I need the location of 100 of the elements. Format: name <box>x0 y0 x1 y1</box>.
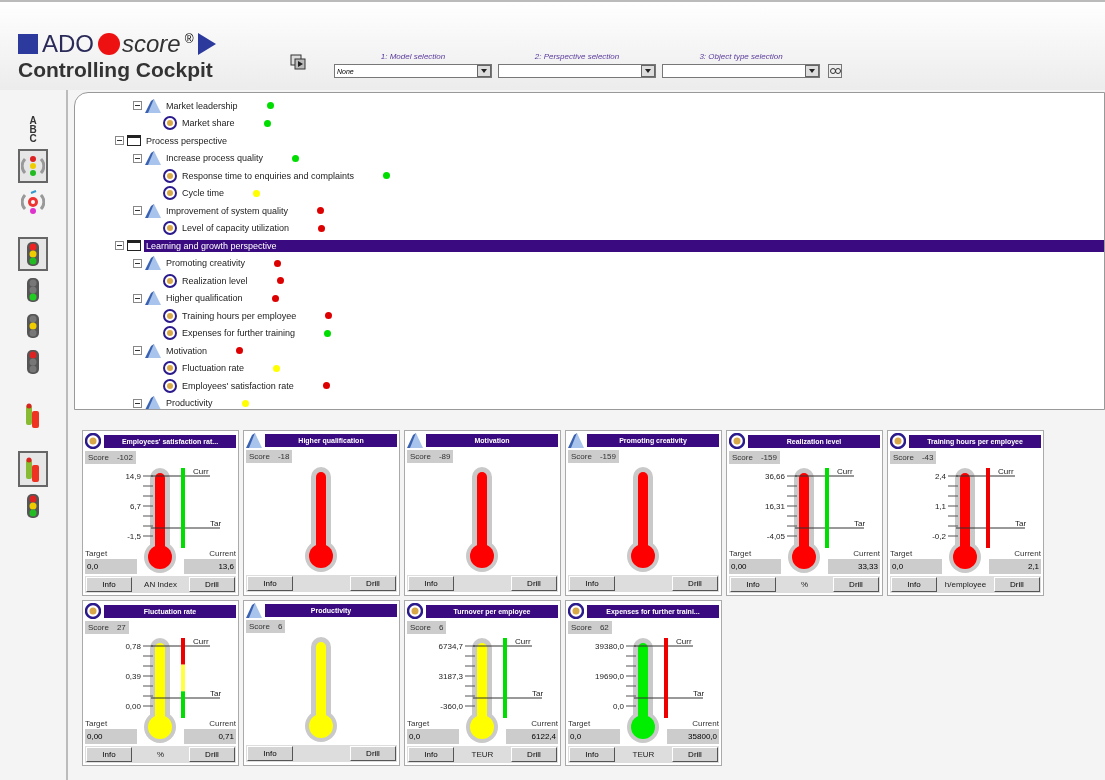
info-button[interactable]: Info <box>569 747 615 762</box>
target-value: 0,00 <box>85 729 137 744</box>
tick-label: 0,39 <box>125 672 141 681</box>
info-button[interactable]: Info <box>408 747 454 762</box>
tree-item[interactable]: Employees' satisfaction rate <box>180 379 296 392</box>
drill-button[interactable]: Drill <box>511 747 557 762</box>
collapse-icon[interactable] <box>133 398 142 408</box>
toolbar-button[interactable] <box>18 237 48 271</box>
toolbar-button[interactable] <box>18 149 48 183</box>
traffic-light-icon <box>26 493 40 519</box>
target-line <box>955 527 1026 529</box>
score-value: 6 <box>277 622 283 631</box>
info-button[interactable]: Info <box>86 747 132 762</box>
target-icon <box>85 433 101 449</box>
current-value: 13,6 <box>184 559 236 574</box>
drill-button[interactable]: Drill <box>189 747 235 762</box>
current-value: 2,1 <box>989 559 1041 574</box>
collapse-icon[interactable] <box>115 136 124 146</box>
info-button[interactable]: Info <box>247 746 293 761</box>
selector-label: 3: Object type selection <box>699 52 783 61</box>
pyramid-icon <box>145 256 161 271</box>
tree-item[interactable]: Fluctuation rate <box>180 362 247 375</box>
current-value: 35800,0 <box>667 729 719 744</box>
toolbar-button[interactable] <box>18 451 48 487</box>
tick-label: 0,78 <box>125 642 141 651</box>
tree-item[interactable]: Expenses for further training <box>180 327 298 340</box>
tree-item[interactable]: Market share <box>180 117 237 130</box>
tree-item[interactable]: Realization level <box>180 274 250 287</box>
info-button[interactable]: Info <box>86 577 132 592</box>
info-button[interactable]: Info <box>569 576 615 591</box>
tick-label: 0,00 <box>125 702 141 711</box>
target-icon <box>163 308 177 323</box>
tick-label: -4,05 <box>766 532 785 541</box>
dropdown[interactable] <box>662 64 820 78</box>
tree-item[interactable]: Learning and growth perspective <box>144 239 1104 252</box>
tree-item[interactable]: Market leadership <box>164 99 240 112</box>
score-value: -89 <box>438 452 451 461</box>
drill-button[interactable]: Drill <box>672 576 718 591</box>
drill-button[interactable]: Drill <box>672 747 718 762</box>
target-label: Target <box>407 719 431 728</box>
current-value: 33,33 <box>828 559 880 574</box>
tree-item[interactable]: Promoting creativity <box>164 257 248 270</box>
unit-label: h/employee <box>944 580 987 589</box>
tree-item[interactable]: Improvement of system quality <box>164 204 291 217</box>
info-button[interactable]: Info <box>408 576 454 591</box>
current-line <box>794 475 855 477</box>
traffic-light-icon <box>26 277 40 303</box>
score-value: -159 <box>599 452 616 461</box>
play-triangle-icon <box>197 33 216 55</box>
drill-button[interactable]: Drill <box>350 576 396 591</box>
drill-button[interactable]: Drill <box>350 746 396 761</box>
tick-label: 1,1 <box>934 502 946 511</box>
target-value: 0,00 <box>729 559 781 574</box>
info-button[interactable]: Info <box>730 577 776 592</box>
copy-icon[interactable] <box>290 54 306 70</box>
tree-item[interactable]: Process perspective <box>144 134 230 147</box>
score-label: Score <box>249 452 270 461</box>
tree-item[interactable]: Higher qualification <box>164 292 245 305</box>
drill-button[interactable]: Drill <box>833 577 879 592</box>
collapse-icon[interactable] <box>133 346 142 356</box>
current-line <box>472 645 533 647</box>
drill-button[interactable]: Drill <box>994 577 1040 592</box>
tree-item[interactable]: Level of capacity utilization <box>180 222 292 235</box>
dropdown[interactable] <box>498 64 656 78</box>
score-label: Score <box>571 623 592 632</box>
tree-item[interactable]: Cycle time <box>180 187 226 200</box>
tree-item[interactable]: Increase process quality <box>164 152 266 165</box>
target-line <box>150 697 221 699</box>
tree-item[interactable]: Training hours per employee <box>180 309 299 322</box>
traffic-cycle-icon <box>21 153 45 179</box>
go-icon[interactable] <box>828 64 842 78</box>
drill-button[interactable]: Drill <box>189 577 235 592</box>
tree-item[interactable]: Motivation <box>164 344 210 357</box>
target-icon <box>163 221 177 236</box>
pyramid-icon <box>407 433 423 448</box>
bars-icon <box>24 401 42 429</box>
tick-label: 3187,3 <box>438 672 463 681</box>
drill-button[interactable]: Drill <box>511 576 557 591</box>
collapse-icon[interactable] <box>115 241 124 251</box>
target-value: 0,0 <box>890 559 942 574</box>
target-icon <box>163 361 177 376</box>
collapse-icon[interactable] <box>133 258 142 268</box>
target-icon <box>163 273 177 288</box>
collapse-icon[interactable] <box>133 206 142 216</box>
tick-label: -0,2 <box>932 532 946 541</box>
info-button[interactable]: Info <box>891 577 937 592</box>
tree-item[interactable]: Productivity <box>164 397 215 409</box>
pyramid-icon <box>246 603 262 618</box>
info-button[interactable]: Info <box>247 576 293 591</box>
collapse-icon[interactable] <box>133 101 142 111</box>
selector-label: 2: Perspective selection <box>534 52 620 61</box>
score-value: 6 <box>438 623 444 632</box>
curr-label: Curr <box>193 637 209 646</box>
current-label: Current <box>209 549 236 558</box>
current-label: Current <box>1014 549 1041 558</box>
collapse-icon[interactable] <box>133 293 142 303</box>
tree-item[interactable]: Response time to enquiries and complaints <box>180 169 357 182</box>
toolbar-button[interactable]: ABC <box>18 112 48 147</box>
collapse-icon[interactable] <box>133 153 142 163</box>
curr-label: Curr <box>193 467 209 476</box>
